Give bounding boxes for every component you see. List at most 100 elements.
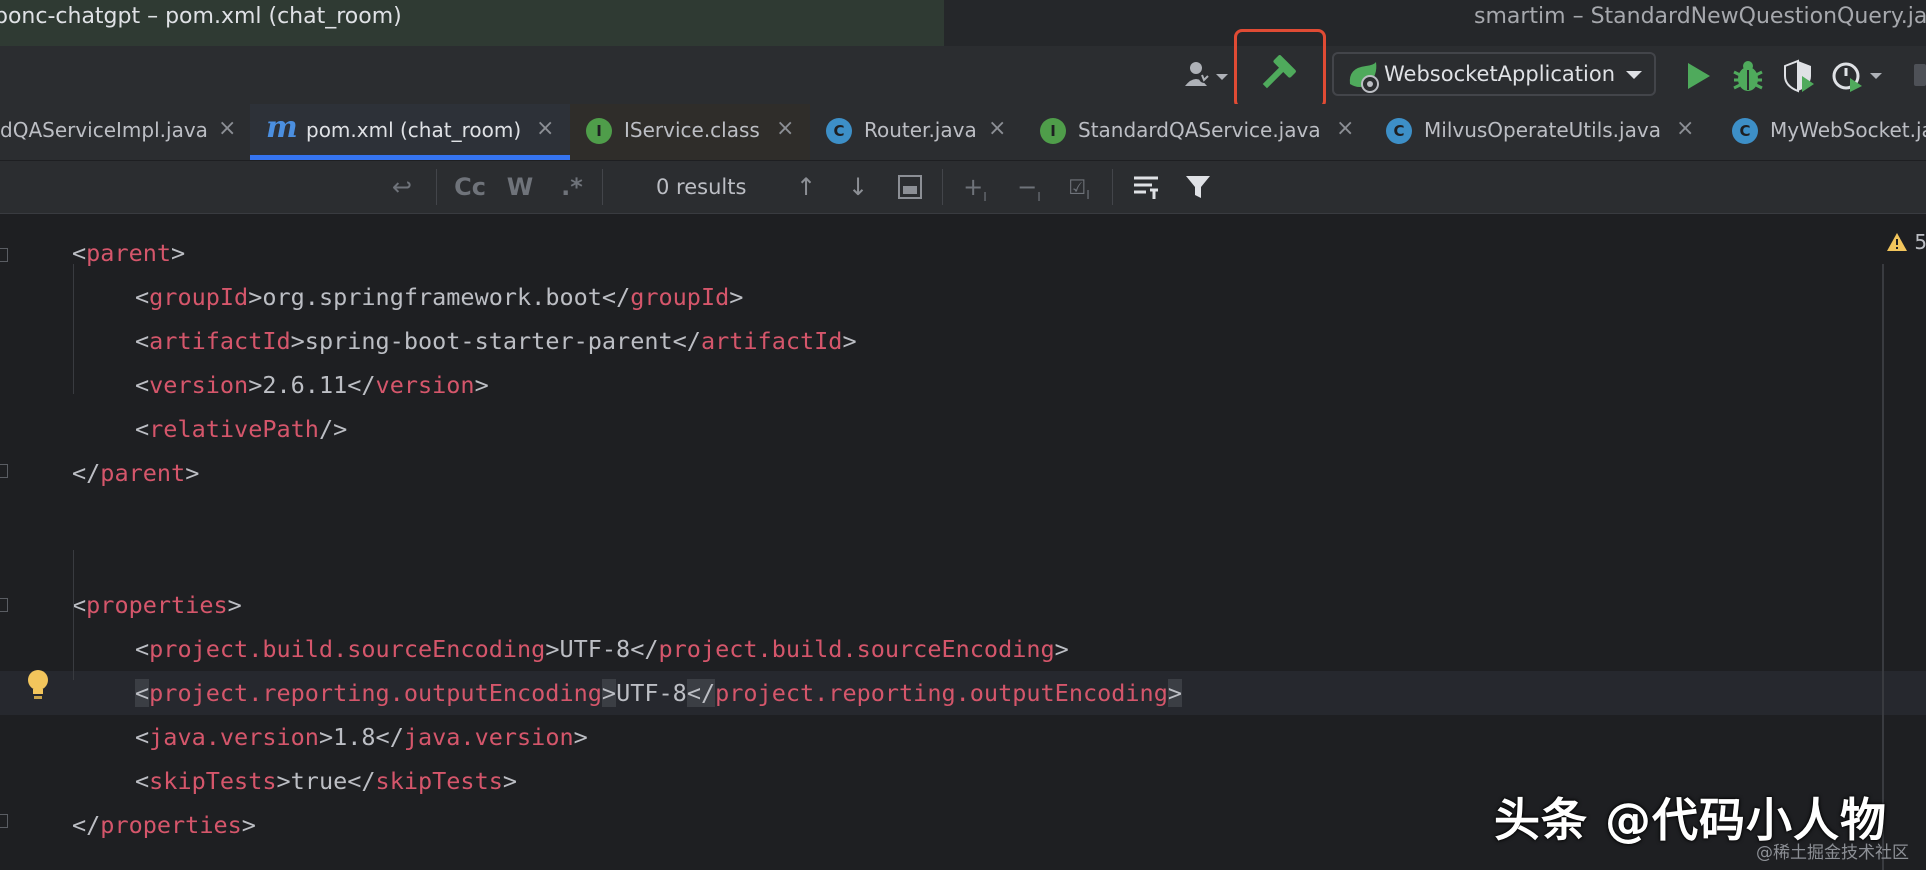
build-button[interactable] [1234,29,1326,109]
interface-icon: I [586,118,612,144]
tag-bracket: > [290,327,305,355]
tab-label: IService.class [624,118,760,142]
tag-text: UTF-8 [616,679,687,707]
tab-mywebsocket-java[interactable]: C MyWebSocket.ja [1720,104,1926,160]
tag-name: properties [86,591,228,619]
code-line: </properties> [0,803,256,847]
filter-icon[interactable] [1180,169,1216,205]
select-all-occurrences-icon[interactable] [894,169,926,205]
close-icon[interactable]: × [536,104,554,154]
tag-name: version [375,371,475,399]
fold-marker[interactable] [0,598,8,612]
tag-bracket: < [72,239,87,267]
tag-bracket: > [474,371,489,399]
close-icon[interactable]: × [1676,104,1694,154]
code-line: < project.reporting.outputEncoding >UTF-8<… [0,671,1926,715]
tag-bracket: > [1054,635,1069,663]
shield-icon[interactable] [1780,58,1816,94]
select-occurrences-icon[interactable]: ☑I [1060,169,1098,205]
chevron-down-icon [1626,71,1642,79]
tag-bracket: </ [672,327,701,355]
run-configuration-selector[interactable]: WebsocketApplication [1332,52,1656,96]
user-dropdown-icon[interactable] [1182,58,1234,92]
tag-text: 2.6.11 [262,371,348,399]
tab-label: Router.java [864,118,977,142]
tag-bracket: > [502,767,518,795]
tag-bracket: </ [686,679,716,707]
tag-name: parent [100,459,186,487]
lightbulb-icon[interactable] [26,669,50,703]
tab-label: pom.xml (chat_room) [306,118,522,142]
warning-icon [1887,233,1907,251]
tag-bracket: > [241,811,256,839]
tag-bracket: </ [72,811,101,839]
tag-bracket: </ [347,371,376,399]
tag-bracket: > [248,283,263,311]
tag-bracket: < [135,767,150,795]
fold-marker[interactable] [0,814,8,828]
divider [602,169,603,205]
tag-bracket: > [545,635,560,663]
tag-name: version [149,371,249,399]
tag-name: parent [86,239,172,267]
arrow-down-icon[interactable]: ↓ [842,169,874,205]
close-icon[interactable]: × [776,104,794,154]
tab-label: StandardQAService.java [1078,118,1321,142]
class-icon: C [1732,118,1758,144]
window-title-left: ponc-chatgpt – pom.xml (chat_room) [0,0,944,46]
window-title-right: smartim – StandardNewQuestionQuery.java [944,0,1926,46]
remove-occurrence-icon[interactable]: −I [1010,169,1048,205]
warning-indicator[interactable]: 5 [1886,230,1926,254]
fold-marker[interactable] [0,248,8,262]
tab-milvusoperateutils-java[interactable]: C MilvusOperateUtils.java × [1374,104,1720,160]
tag-bracket: < [135,327,150,355]
tab-iservice-class[interactable]: I IService.class × [570,104,810,160]
code-line: <project.build.sourceEncoding>UTF-8</pro… [0,627,1069,671]
tab-pom-xml[interactable]: m pom.xml (chat_room) × [250,104,570,160]
tab-standardqaserviceimpl[interactable]: dQAServiceImpl.java × [0,104,250,160]
tag-name: project.build.sourceEncoding [149,635,546,663]
window-title-right-text: smartim – StandardNewQuestionQuery.java [1474,4,1926,29]
fold-marker[interactable] [0,464,8,478]
filter-lines-icon[interactable] [1128,169,1164,205]
tag-bracket: < [72,591,87,619]
run-icon[interactable] [1682,60,1714,92]
close-icon[interactable]: × [1336,104,1354,154]
tag-bracket: < [135,679,150,707]
editor-scrollbar[interactable] [1882,264,1884,870]
tag-bracket: > [601,679,617,707]
tab-standardqaservice-java[interactable]: I StandardQAService.java × [1020,104,1374,160]
more-actions-icon[interactable] [1914,64,1926,86]
code-line: <relativePath/> [0,407,347,451]
bug-icon[interactable] [1730,58,1766,94]
tab-label: MyWebSocket.ja [1770,118,1926,142]
arrow-up-icon[interactable]: ↑ [790,169,822,205]
new-line-icon[interactable]: ↩ [384,169,420,205]
tag-bracket: < [135,415,150,443]
close-icon[interactable]: × [218,104,236,154]
tag-name: artifactId [149,327,291,355]
tag-name: skipTests [375,767,503,795]
close-icon[interactable]: × [988,104,1006,154]
class-icon: C [1386,118,1412,144]
code-line: </parent> [0,451,199,495]
profile-icon[interactable] [1830,58,1888,94]
code-editor[interactable]: <parent> <groupId>org.springframework.boo… [0,214,1926,870]
code-line: <properties> [0,583,242,627]
tag-bracket: > [318,723,334,751]
interface-icon: I [1040,118,1066,144]
tag-bracket: < [135,635,150,663]
tag-bracket: </ [72,459,101,487]
whole-words-toggle[interactable]: W [502,169,538,205]
tab-router-java[interactable]: C Router.java × [810,104,1020,160]
tab-label: dQAServiceImpl.java [0,118,208,142]
tag-name: project.reporting.outputEncoding [715,679,1168,707]
tag-bracket: > [573,723,588,751]
indent-guide [73,550,74,680]
add-occurrence-icon[interactable]: +I [956,169,994,205]
match-case-toggle[interactable]: Cc [448,169,492,205]
regex-toggle[interactable]: .* [554,169,590,205]
tag-name: groupId [149,283,249,311]
